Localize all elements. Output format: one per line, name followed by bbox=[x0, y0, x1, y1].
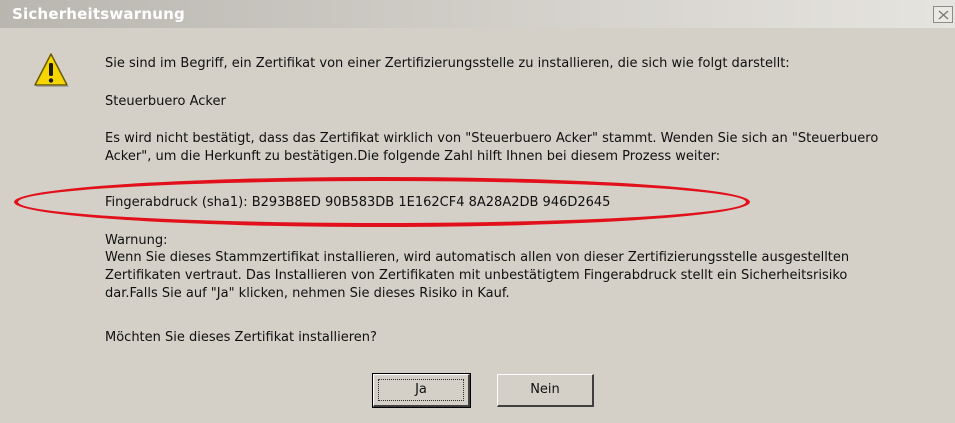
security-warning-dialog: Sicherheitswarnung Sie sind im Begriff, … bbox=[0, 0, 955, 423]
warning-line-2: Zertifikaten vertraut. Das Installieren … bbox=[105, 268, 848, 283]
warning-line-3: dar.Falls Sie auf "Ja" klicken, nehmen S… bbox=[105, 286, 510, 301]
issuer-name: Steuerbuero Acker bbox=[105, 94, 226, 109]
warning-heading: Warnung: bbox=[105, 233, 168, 248]
focus-ring bbox=[378, 379, 464, 401]
notice-line-2: Acker", um die Herkunft zu bestätigen.Di… bbox=[105, 149, 721, 164]
close-icon bbox=[938, 10, 949, 20]
yes-button[interactable]: Ja bbox=[372, 373, 471, 408]
title-bar[interactable]: Sicherheitswarnung bbox=[0, 0, 955, 28]
no-button-label: Nein bbox=[530, 382, 560, 397]
notice-line-1: Es wird nicht bestätigt, dass das Zertif… bbox=[105, 131, 879, 146]
dialog-title: Sicherheitswarnung bbox=[12, 5, 185, 23]
no-button[interactable]: Nein bbox=[497, 374, 594, 407]
warning-line-1: Wenn Sie dieses Stammzertifikat installi… bbox=[105, 250, 850, 265]
intro-text: Sie sind im Begriff, ein Zertifikat von … bbox=[105, 56, 790, 71]
warning-icon bbox=[34, 53, 69, 87]
close-button[interactable] bbox=[933, 6, 953, 23]
fingerprint-highlight-ellipse bbox=[14, 177, 750, 227]
install-question: Möchten Sie dieses Zertifikat installier… bbox=[105, 330, 377, 345]
